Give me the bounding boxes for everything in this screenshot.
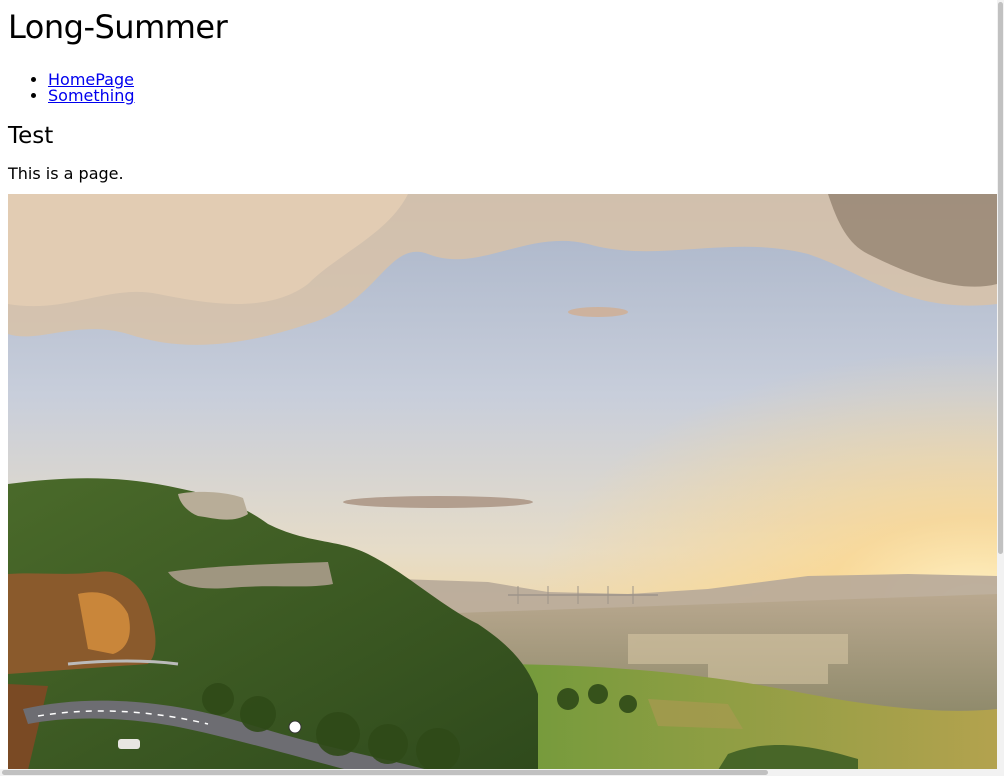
- horizontal-scrollbar[interactable]: [0, 769, 1004, 776]
- nav-list: HomePage Something: [8, 72, 998, 104]
- nav-link-something[interactable]: Something: [48, 86, 135, 105]
- vertical-scrollbar-thumb[interactable]: [998, 2, 1003, 554]
- landscape-photo: [8, 194, 997, 770]
- page-paragraph: This is a page.: [8, 164, 124, 183]
- page-heading: Test: [8, 123, 54, 149]
- page-content: Long-Summer HomePage Something Test This…: [8, 0, 998, 184]
- hero-image: [8, 194, 997, 770]
- nav-item-something: Something: [48, 88, 998, 104]
- vertical-scrollbar[interactable]: [997, 0, 1004, 776]
- site-title: Long-Summer: [8, 8, 228, 46]
- horizontal-scrollbar-thumb[interactable]: [2, 770, 768, 775]
- nav-item-homepage: HomePage: [48, 72, 998, 88]
